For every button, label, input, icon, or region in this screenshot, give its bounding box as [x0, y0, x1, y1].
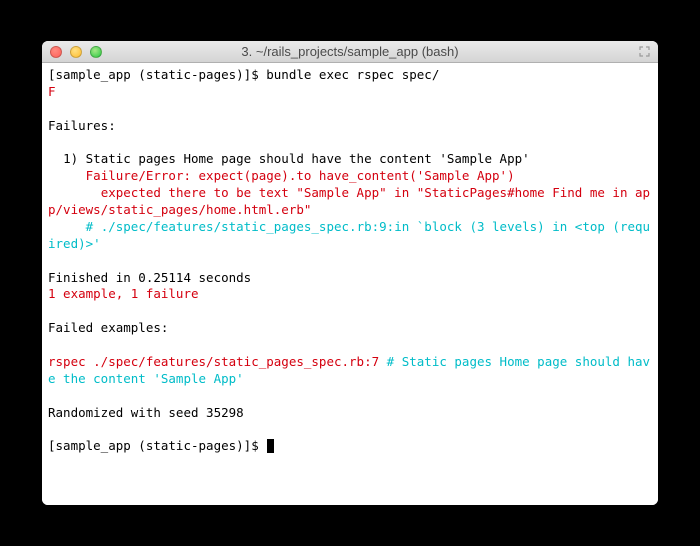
rspec-rerun: rspec ./spec/features/static_pages_spec.… — [48, 354, 379, 369]
close-icon[interactable] — [50, 46, 62, 58]
prompt: [sample_app (static-pages)]$ — [48, 67, 266, 82]
failure-error: Failure/Error: expect(page).to have_cont… — [48, 168, 515, 183]
failure-trace: # ./spec/features/static_pages_spec.rb:9… — [48, 219, 650, 251]
fail-indicator: F — [48, 84, 56, 99]
terminal-window: 3. ~/rails_projects/sample_app (bash) [s… — [42, 41, 658, 505]
finished-line: Finished in 0.25114 seconds — [48, 270, 251, 285]
failure-expected: expected there to be text "Sample App" i… — [48, 185, 650, 217]
traffic-lights — [50, 46, 102, 58]
minimize-icon[interactable] — [70, 46, 82, 58]
window-title: 3. ~/rails_projects/sample_app (bash) — [42, 44, 658, 59]
failure-description: 1) Static pages Home page should have th… — [48, 151, 530, 166]
cursor-icon — [267, 439, 274, 453]
failures-header: Failures: — [48, 118, 116, 133]
expand-icon[interactable] — [638, 46, 650, 58]
failed-examples-header: Failed examples: — [48, 320, 168, 335]
terminal-content[interactable]: [sample_app (static-pages)]$ bundle exec… — [42, 63, 658, 505]
zoom-icon[interactable] — [90, 46, 102, 58]
prompt: [sample_app (static-pages)]$ — [48, 438, 266, 453]
summary-line: 1 example, 1 failure — [48, 286, 199, 301]
command-text: bundle exec rspec spec/ — [266, 67, 439, 82]
titlebar[interactable]: 3. ~/rails_projects/sample_app (bash) — [42, 41, 658, 63]
randomized-line: Randomized with seed 35298 — [48, 405, 244, 420]
